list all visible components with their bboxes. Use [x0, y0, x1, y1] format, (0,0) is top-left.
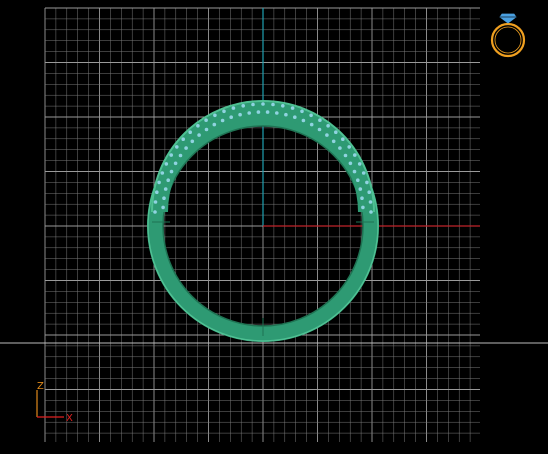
- pave-stone: [275, 111, 279, 115]
- pave-stone: [220, 118, 225, 123]
- pave-stone: [213, 113, 217, 118]
- pave-stone: [188, 130, 192, 134]
- pave-stone: [369, 210, 373, 214]
- pave-stone: [352, 169, 357, 174]
- pave-stone: [164, 162, 169, 166]
- pave-stone: [326, 124, 330, 128]
- pave-stone: [357, 162, 362, 166]
- pave-stone: [175, 145, 179, 149]
- pave-stone: [368, 200, 373, 204]
- pave-stone: [309, 122, 314, 127]
- pave-stone: [157, 180, 161, 185]
- pave-stone: [318, 118, 322, 122]
- pave-stone: [271, 102, 275, 107]
- pave-stone: [309, 113, 313, 118]
- pave-stone: [343, 153, 348, 158]
- pave-stone: [241, 104, 245, 108]
- pave-stone: [334, 130, 338, 134]
- pave-stone: [251, 102, 255, 107]
- pave-stone: [153, 200, 158, 204]
- pave-stone: [160, 171, 165, 175]
- pave-stone: [301, 118, 306, 123]
- pave-stone: [153, 210, 157, 214]
- pave-stone: [212, 122, 217, 127]
- pave-stone: [181, 137, 185, 141]
- pave-stone: [184, 146, 188, 150]
- pave-stone: [231, 106, 236, 110]
- 3d-viewport[interactable]: Z X: [0, 0, 548, 454]
- pave-stone: [341, 137, 345, 141]
- pave-stone: [173, 161, 178, 166]
- pave-stone: [261, 102, 265, 106]
- axis-indicator-x-label: X: [66, 413, 73, 424]
- pave-stone: [293, 115, 297, 119]
- pave-stone: [229, 115, 233, 119]
- pave-stone: [222, 109, 226, 114]
- pave-stone: [169, 153, 173, 157]
- pave-stone: [197, 133, 201, 137]
- pave-stone: [290, 106, 295, 110]
- pave-stone: [360, 196, 364, 200]
- pave-stone: [169, 169, 174, 174]
- pave-stone: [256, 110, 261, 114]
- pave-stone: [178, 153, 183, 158]
- pave-stone: [338, 146, 342, 150]
- pave-stone: [166, 178, 170, 182]
- axis-indicator-z-label: Z: [37, 381, 44, 392]
- pave-stone: [281, 104, 285, 108]
- pave-stone: [367, 190, 372, 194]
- pave-stone: [155, 190, 159, 194]
- pave-stone: [317, 127, 322, 132]
- pave-stone: [347, 145, 352, 149]
- pave-stone: [238, 112, 242, 117]
- pave-stone: [204, 118, 208, 122]
- pave-stone: [204, 127, 209, 132]
- pave-stone: [196, 124, 200, 128]
- pave-stone: [162, 196, 166, 200]
- pave-stone: [365, 180, 369, 185]
- pave-stone: [161, 205, 165, 210]
- pave-stone: [265, 110, 270, 114]
- pave-stone: [348, 161, 353, 166]
- pave-stone: [361, 205, 365, 210]
- pave-stone: [353, 153, 357, 157]
- pave-stone: [163, 187, 168, 191]
- pave-stone: [331, 139, 336, 144]
- pave-stone: [325, 133, 329, 137]
- pave-stone: [356, 178, 360, 182]
- pave-stone: [361, 171, 366, 175]
- pave-stone: [300, 109, 304, 114]
- pave-stone: [284, 112, 288, 117]
- pave-stone: [190, 139, 195, 144]
- pave-stone: [247, 111, 251, 115]
- pave-stone: [358, 187, 363, 191]
